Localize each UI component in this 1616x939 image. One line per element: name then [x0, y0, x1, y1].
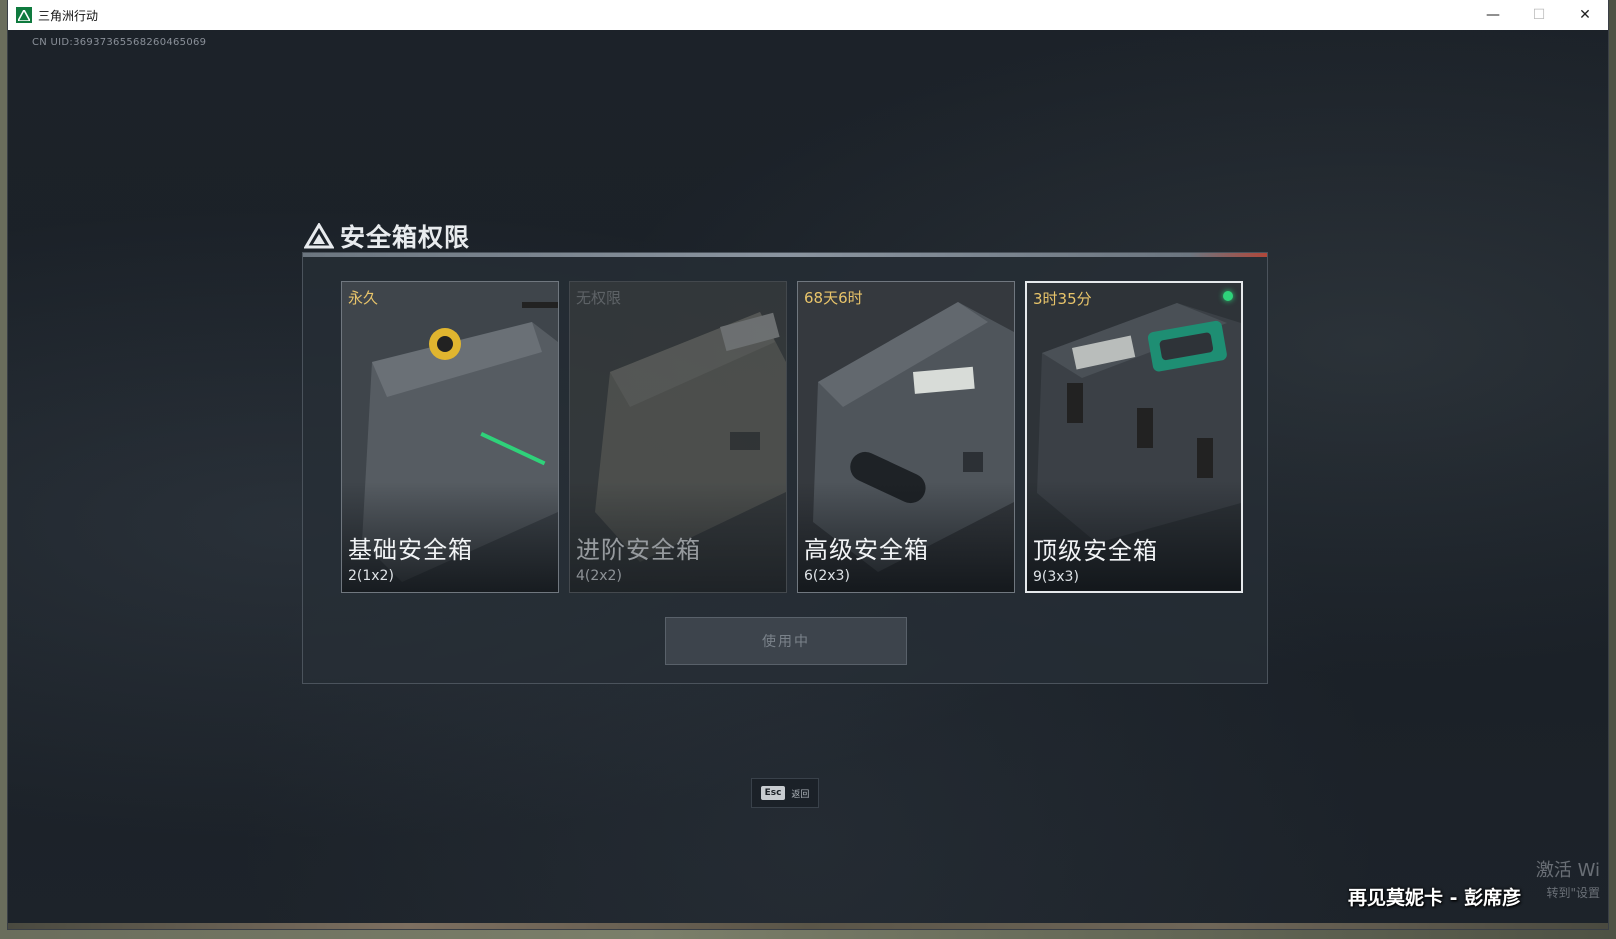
safebox-cards: 永久 基础安全箱 2(1x2) 无权限 进阶安全箱 4(2x2) 68天6时 高… [341, 281, 1243, 593]
window-title: 三角洲行动 [38, 8, 99, 23]
panel-title: 安全箱权限 [340, 223, 471, 252]
card-name: 进阶安全箱 [576, 536, 701, 564]
app-logo-icon [16, 7, 32, 23]
card-duration: 永久 [348, 289, 379, 307]
watermark-line1: 激活 Wi [1535, 860, 1600, 881]
minimize-button[interactable]: — [1470, 0, 1516, 30]
card-name: 基础安全箱 [348, 536, 473, 564]
esc-back-hint[interactable]: Esc 返回 [751, 778, 819, 808]
activation-watermark: 激活 Wi 转到"设置 [1536, 860, 1600, 904]
in-use-button[interactable]: 使用中 [665, 617, 907, 665]
active-indicator-icon [1223, 291, 1233, 301]
game-window: 三角洲行动 — ☐ ✕ CN UID:369373655682604650​69… [8, 0, 1608, 929]
song-caption: 再见莫妮卡 - 彭席彦 [1348, 887, 1522, 909]
close-button[interactable]: ✕ [1562, 0, 1608, 30]
safebox-panel: 永久 基础安全箱 2(1x2) 无权限 进阶安全箱 4(2x2) 68天6时 高… [302, 252, 1268, 684]
card-capacity: 9(3x3) [1033, 569, 1079, 585]
title-bar: 三角洲行动 — ☐ ✕ [8, 0, 1608, 30]
window-controls: — ☐ ✕ [1470, 0, 1608, 30]
esc-key-icon: Esc [760, 786, 786, 800]
watermark-line2: 转到"设置 [1546, 886, 1600, 900]
panel-header: 安全箱权限 [304, 216, 470, 256]
card-capacity: 6(2x3) [804, 568, 850, 584]
safebox-card-basic[interactable]: 永久 基础安全箱 2(1x2) [341, 281, 559, 593]
card-name: 高级安全箱 [804, 536, 929, 564]
uid-label: CN UID:369373655682604650​69 [32, 37, 207, 48]
game-viewport: CN UID:369373655682604650​69 安全箱权限 [8, 30, 1608, 929]
card-duration: 68天6时 [804, 289, 863, 307]
card-duration: 无权限 [576, 289, 622, 307]
card-name: 顶级安全箱 [1033, 537, 1158, 565]
card-duration: 3时35分 [1033, 290, 1092, 308]
esc-label: 返回 [791, 789, 810, 800]
bottom-strip [8, 923, 1608, 929]
panel-divider [303, 253, 1267, 257]
maximize-button[interactable]: ☐ [1516, 0, 1562, 30]
safebox-card-elite[interactable]: 3时35分 顶级安全箱 9(3x3) [1025, 281, 1243, 593]
card-capacity: 2(1x2) [348, 568, 394, 584]
safebox-card-advanced[interactable]: 无权限 进阶安全箱 4(2x2) [569, 281, 787, 593]
card-capacity: 4(2x2) [576, 568, 622, 584]
delta-logo-icon [304, 223, 334, 249]
safebox-card-premium[interactable]: 68天6时 高级安全箱 6(2x3) [797, 281, 1015, 593]
